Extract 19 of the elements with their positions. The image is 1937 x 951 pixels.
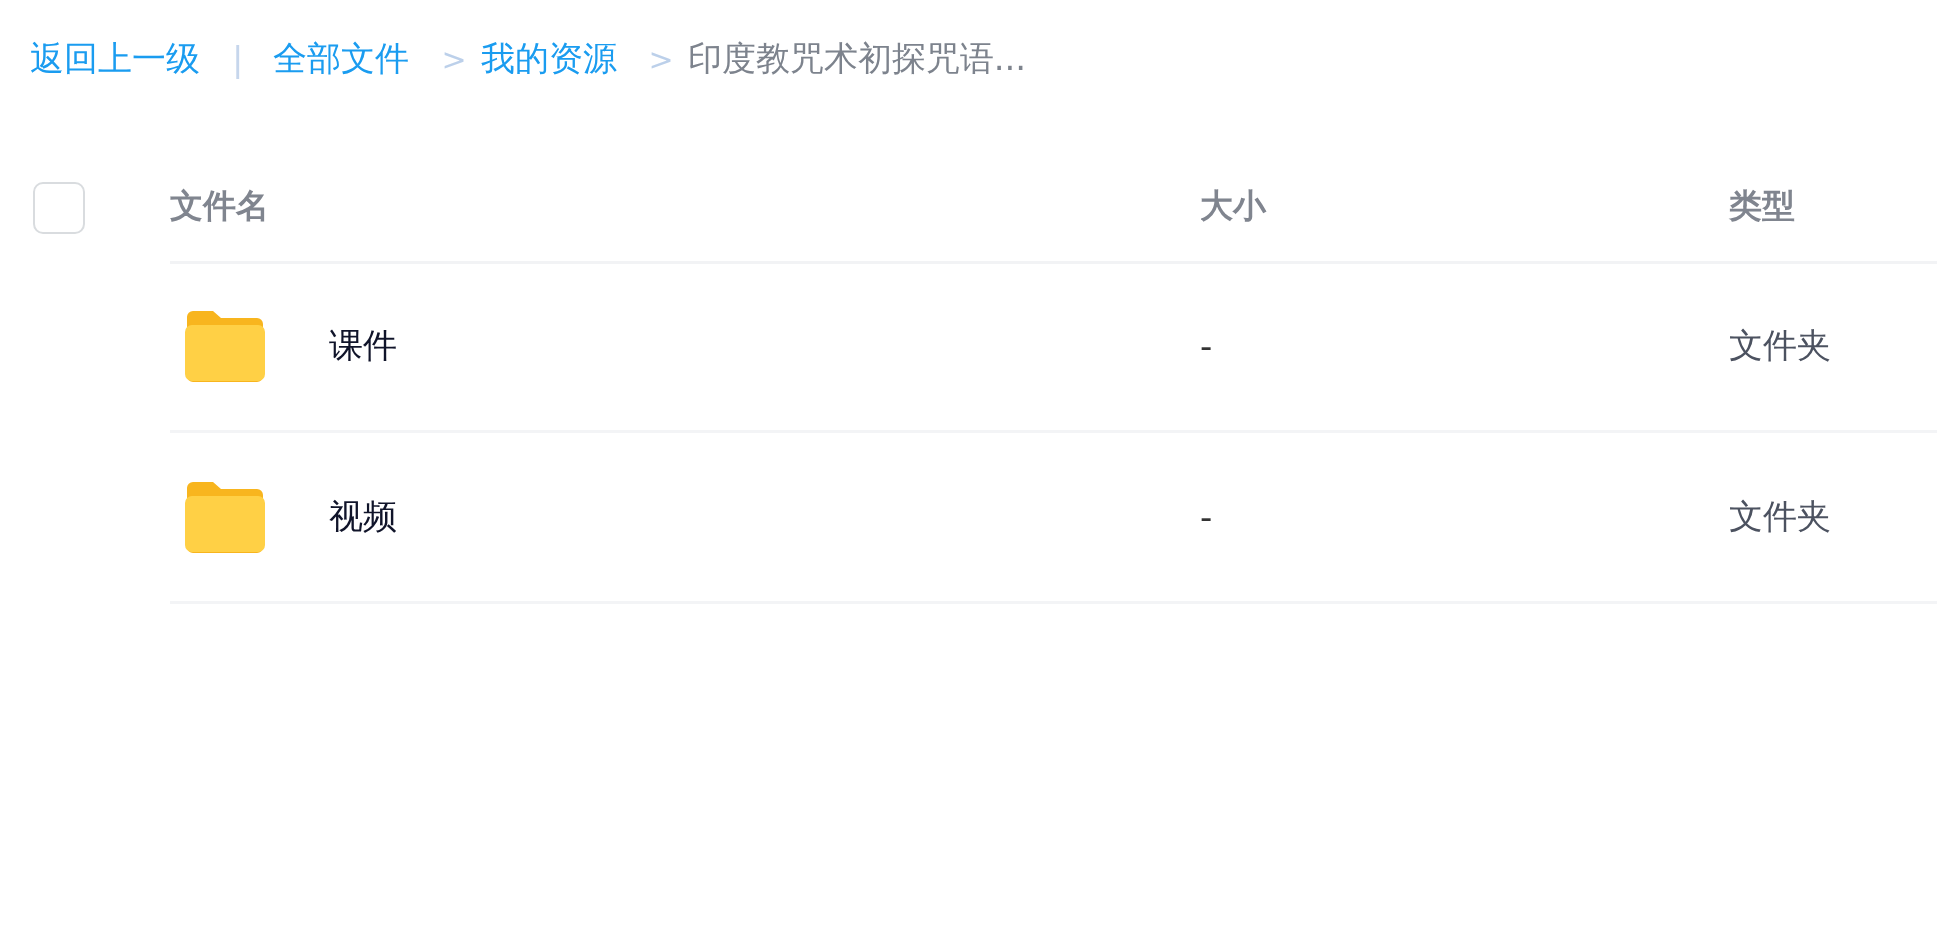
select-all-checkbox[interactable] xyxy=(33,182,85,234)
back-link[interactable]: 返回上一级 xyxy=(30,36,200,82)
type-cell-text: 文件夹 xyxy=(1729,495,1832,538)
breadcrumb-link[interactable]: 印度教咒术初探咒语... xyxy=(687,36,1027,82)
column-header: 大小 xyxy=(1200,185,1268,227)
size-cell-text: - xyxy=(1200,497,1214,537)
separator: | xyxy=(232,39,244,79)
file-name[interactable]: 课件 xyxy=(329,323,397,369)
breadcrumb-link[interactable]: 我的资源 xyxy=(480,36,617,82)
type-cell-text: 文件夹 xyxy=(1729,324,1832,367)
size-cell-text: - xyxy=(1200,326,1214,366)
file-name[interactable]: 视频 xyxy=(329,494,397,540)
breadcrumb-link[interactable]: 全部文件 xyxy=(273,36,410,82)
chevron: > xyxy=(648,41,674,77)
column-header: 类型 xyxy=(1729,185,1796,227)
column-header: 文件名 xyxy=(170,185,270,227)
folder-icon xyxy=(183,480,267,554)
folder-icon xyxy=(183,309,267,383)
chevron: > xyxy=(441,41,467,77)
